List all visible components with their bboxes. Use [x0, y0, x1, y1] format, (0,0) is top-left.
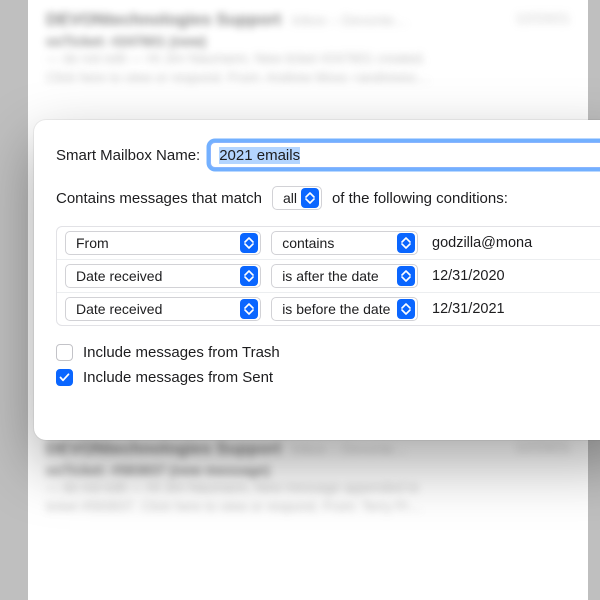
condition-value-input[interactable] — [428, 297, 600, 321]
mailbox-name-input[interactable] — [210, 142, 600, 168]
conditions-block: From contains Date received — [56, 226, 600, 326]
include-trash-label: Include messages from Trash — [83, 344, 280, 361]
condition-row: Date received is before the date — [57, 292, 600, 325]
contains-prefix: Contains messages that match — [56, 190, 262, 207]
smart-mailbox-sheet: Smart Mailbox Name: Contains messages th… — [34, 120, 600, 440]
mailbox-name-label: Smart Mailbox Name: — [56, 147, 200, 164]
condition-field-popup[interactable]: From — [65, 231, 261, 255]
include-trash-checkbox[interactable]: Include messages from Trash — [56, 344, 600, 361]
condition-op-popup[interactable]: is after the date — [271, 264, 418, 288]
chevron-up-down-icon — [397, 266, 415, 286]
match-mode-popup[interactable]: all — [272, 186, 322, 210]
include-sent-checkbox[interactable]: Include messages from Sent — [56, 369, 600, 386]
include-sent-label: Include messages from Sent — [83, 369, 273, 386]
chevron-up-down-icon — [397, 299, 415, 319]
condition-field-popup[interactable]: Date received — [65, 297, 261, 321]
condition-row: From contains — [57, 227, 600, 259]
mail-row: DEVONtechnologies Support Inbox – Devont… — [46, 439, 570, 516]
chevron-up-down-icon — [397, 233, 415, 253]
condition-value-input[interactable] — [428, 231, 600, 255]
chevron-up-down-icon — [240, 233, 258, 253]
checkbox-icon — [56, 344, 73, 361]
condition-value-input[interactable] — [428, 264, 600, 288]
chevron-up-down-icon — [240, 299, 258, 319]
condition-field-popup[interactable]: Date received — [65, 264, 261, 288]
contains-suffix: of the following conditions: — [332, 190, 508, 207]
condition-op-popup[interactable]: contains — [271, 231, 418, 255]
chevron-up-down-icon — [240, 266, 258, 286]
condition-row: Date received is after the date — [57, 259, 600, 292]
chevron-up-down-icon — [301, 188, 319, 208]
checkbox-icon — [56, 369, 73, 386]
condition-op-popup[interactable]: is before the date — [271, 297, 418, 321]
mail-row: DEVONtechnologies Support Inbox – Devont… — [46, 10, 570, 87]
